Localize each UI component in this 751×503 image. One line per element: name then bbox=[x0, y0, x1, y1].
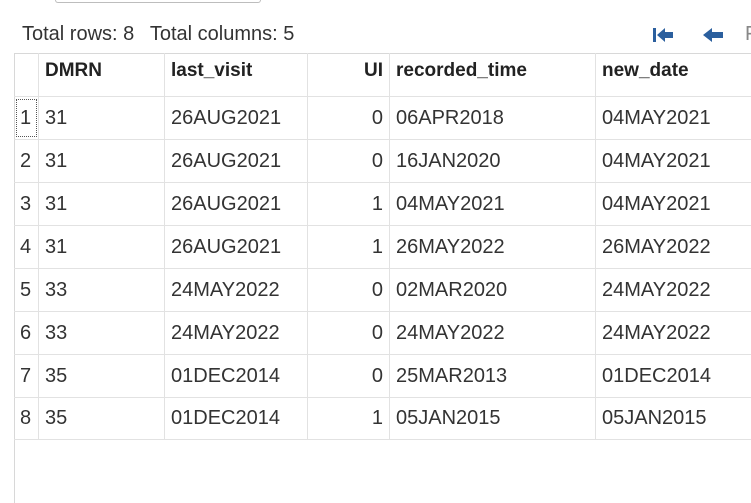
next-page-button-partial[interactable]: F bbox=[745, 23, 751, 46]
cell-recorded-time[interactable]: 04MAY2021 bbox=[390, 183, 596, 225]
row-number[interactable]: 5 bbox=[14, 269, 39, 311]
table-info-bar: Total rows: 8 Total columns: 5 bbox=[22, 23, 294, 46]
cell-recorded-time[interactable]: 24MAY2022 bbox=[390, 312, 596, 354]
row-number[interactable]: 7 bbox=[14, 355, 39, 397]
cell-dmrn[interactable]: 33 bbox=[39, 312, 165, 354]
row-number[interactable]: 6 bbox=[14, 312, 39, 354]
table-row[interactable]: 4 31 26AUG2021 1 26MAY2022 26MAY2022 bbox=[14, 225, 751, 268]
table-row[interactable]: 3 31 26AUG2021 1 04MAY2021 04MAY2021 bbox=[14, 182, 751, 225]
cell-ui[interactable]: 0 bbox=[308, 140, 390, 182]
cell-last-visit[interactable]: 26AUG2021 bbox=[165, 140, 308, 182]
cell-last-visit[interactable]: 26AUG2021 bbox=[165, 97, 308, 139]
cell-ui[interactable]: 0 bbox=[308, 269, 390, 311]
cell-new-date[interactable]: 01DEC2014 bbox=[596, 355, 751, 397]
search-input[interactable] bbox=[55, 0, 261, 3]
cell-ui[interactable]: 1 bbox=[308, 226, 390, 268]
cell-new-date[interactable]: 24MAY2022 bbox=[596, 269, 751, 311]
previous-page-button[interactable] bbox=[700, 22, 726, 48]
cell-ui[interactable]: 1 bbox=[308, 183, 390, 225]
cell-recorded-time[interactable]: 25MAR2013 bbox=[390, 355, 596, 397]
table-row[interactable]: 6 33 24MAY2022 0 24MAY2022 24MAY2022 bbox=[14, 311, 751, 354]
column-header-dmrn[interactable]: DMRN bbox=[39, 53, 165, 96]
cell-new-date[interactable]: 04MAY2021 bbox=[596, 140, 751, 182]
cell-last-visit[interactable]: 26AUG2021 bbox=[165, 226, 308, 268]
first-page-button[interactable] bbox=[650, 22, 676, 48]
cell-last-visit[interactable]: 26AUG2021 bbox=[165, 183, 308, 225]
table-row[interactable]: 8 35 01DEC2014 1 05JAN2015 05JAN2015 bbox=[14, 397, 751, 440]
cell-new-date[interactable]: 26MAY2022 bbox=[596, 226, 751, 268]
row-number-header bbox=[14, 53, 39, 96]
cell-dmrn[interactable]: 31 bbox=[39, 183, 165, 225]
cell-ui[interactable]: 0 bbox=[308, 355, 390, 397]
row-number[interactable]: 4 bbox=[14, 226, 39, 268]
table-header: DMRN last_visit UI recorded_time new_dat… bbox=[14, 53, 751, 96]
table-row[interactable]: 5 33 24MAY2022 0 02MAR2020 24MAY2022 bbox=[14, 268, 751, 311]
total-columns-label: Total columns: 5 bbox=[149, 23, 295, 45]
cell-new-date[interactable]: 04MAY2021 bbox=[596, 183, 751, 225]
cell-recorded-time[interactable]: 02MAR2020 bbox=[390, 269, 596, 311]
cell-ui[interactable]: 0 bbox=[308, 97, 390, 139]
total-rows-label: Total rows: 8 bbox=[22, 23, 135, 45]
data-grid: DMRN last_visit UI recorded_time new_dat… bbox=[14, 53, 751, 503]
cell-last-visit[interactable]: 01DEC2014 bbox=[165, 355, 308, 397]
cell-recorded-time[interactable]: 16JAN2020 bbox=[390, 140, 596, 182]
cell-dmrn[interactable]: 33 bbox=[39, 269, 165, 311]
column-header-ui[interactable]: UI bbox=[308, 53, 390, 96]
cell-last-visit[interactable]: 24MAY2022 bbox=[165, 312, 308, 354]
cell-recorded-time[interactable]: 05JAN2015 bbox=[390, 398, 596, 439]
cell-new-date[interactable]: 04MAY2021 bbox=[596, 97, 751, 139]
column-header-last-visit[interactable]: last_visit bbox=[165, 53, 308, 96]
cell-dmrn[interactable]: 31 bbox=[39, 97, 165, 139]
cell-recorded-time[interactable]: 06APR2018 bbox=[390, 97, 596, 139]
table-row[interactable]: 2 31 26AUG2021 0 16JAN2020 04MAY2021 bbox=[14, 139, 751, 182]
cell-new-date[interactable]: 24MAY2022 bbox=[596, 312, 751, 354]
previous-page-icon bbox=[703, 28, 723, 42]
cell-dmrn[interactable]: 35 bbox=[39, 355, 165, 397]
column-header-new-date[interactable]: new_date bbox=[596, 53, 751, 96]
cell-ui[interactable]: 0 bbox=[308, 312, 390, 354]
cell-last-visit[interactable]: 01DEC2014 bbox=[165, 398, 308, 439]
cell-dmrn[interactable]: 35 bbox=[39, 398, 165, 439]
table-row[interactable]: 7 35 01DEC2014 0 25MAR2013 01DEC2014 bbox=[14, 354, 751, 397]
cell-ui[interactable]: 1 bbox=[308, 398, 390, 439]
cell-recorded-time[interactable]: 26MAY2022 bbox=[390, 226, 596, 268]
table-row[interactable]: 1 31 26AUG2021 0 06APR2018 04MAY2021 bbox=[14, 96, 751, 139]
cell-dmrn[interactable]: 31 bbox=[39, 140, 165, 182]
row-number[interactable]: 2 bbox=[14, 140, 39, 182]
column-header-recorded-time[interactable]: recorded_time bbox=[390, 53, 596, 96]
cell-last-visit[interactable]: 24MAY2022 bbox=[165, 269, 308, 311]
first-page-icon bbox=[653, 28, 673, 42]
cell-dmrn[interactable]: 31 bbox=[39, 226, 165, 268]
pagination-controls bbox=[650, 22, 726, 48]
row-number[interactable]: 8 bbox=[14, 398, 39, 439]
row-number[interactable]: 1 bbox=[14, 97, 39, 139]
row-number[interactable]: 3 bbox=[14, 183, 39, 225]
cell-new-date[interactable]: 05JAN2015 bbox=[596, 398, 751, 439]
